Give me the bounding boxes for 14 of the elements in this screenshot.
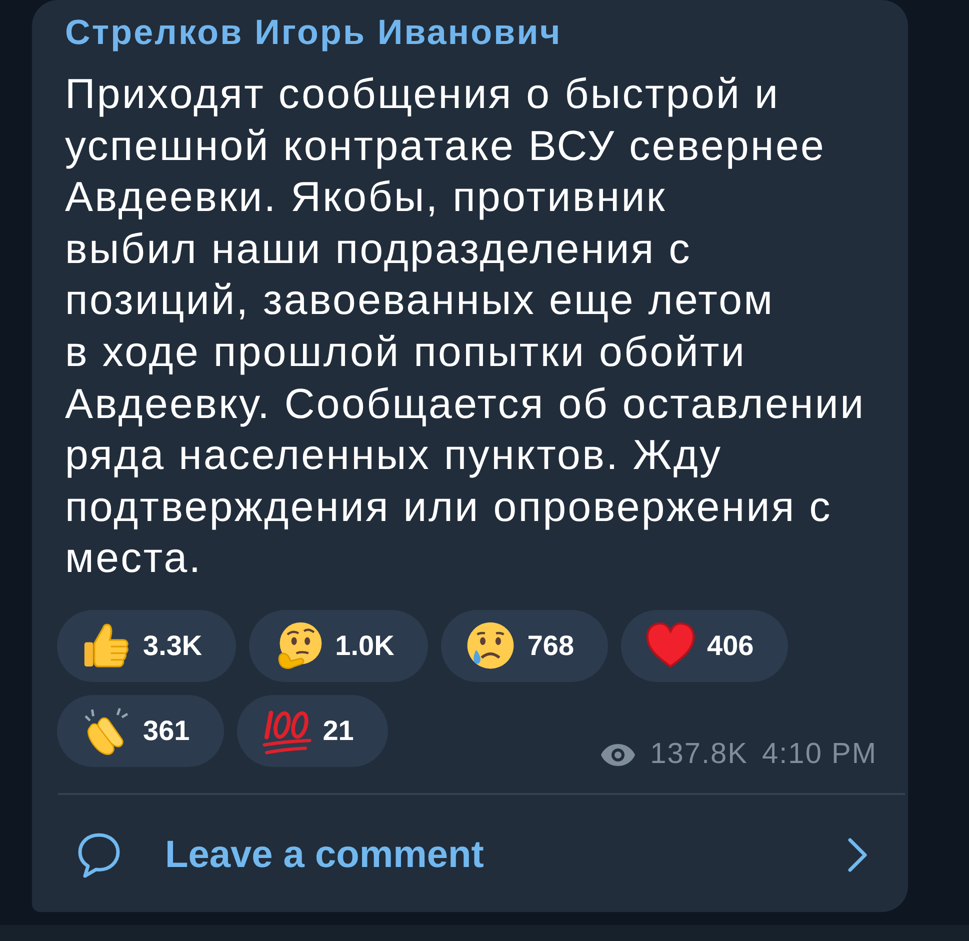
reaction-button[interactable]: 768	[441, 610, 608, 682]
view-count: 137.8K	[650, 737, 748, 772]
author-name[interactable]: Стрелков Игорь Иванович	[65, 14, 908, 52]
reaction-button[interactable]: 406	[621, 610, 788, 682]
reaction-button[interactable]: 361	[57, 694, 224, 767]
leave-comment-button[interactable]: Leave a comment	[32, 794, 908, 884]
reaction-button[interactable]: 1.0K	[249, 610, 428, 682]
message-text: Приходят сообщения о быстрой и успешной контратаке ВСУ севернее Авдеевки. Якобы, противник выбил наши подразделения с позиций, завоеванных еще летом в ходе прошлой попытки обойти Авдеевку. Сообщается об оставлении ряда населенных пунктов. Жду подтверждения или опровержения с места.	[65, 69, 866, 584]
message-time: 4:10 PM	[762, 737, 877, 772]
reaction-button[interactable]: 3.3K	[57, 610, 236, 682]
reaction-button[interactable]: 21	[236, 694, 388, 767]
chevron-right-icon	[847, 837, 868, 874]
speech-bubble-icon	[77, 832, 121, 879]
eye-icon	[600, 743, 636, 768]
